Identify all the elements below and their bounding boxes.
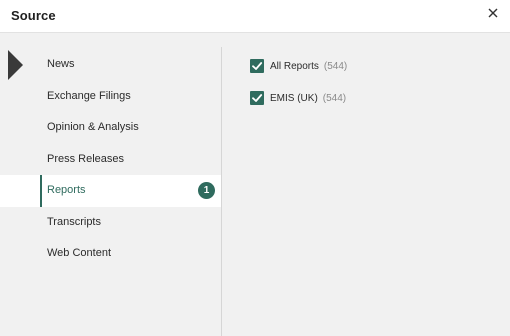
source-item-transcripts[interactable]: Transcripts <box>0 207 221 239</box>
source-type-list: News Exchange Filings Opinion & Analysis… <box>0 49 228 270</box>
filter-emis-uk[interactable]: EMIS (UK) (544) <box>250 90 347 106</box>
selection-count-badge: 1 <box>198 182 215 199</box>
dialog-title: Source <box>11 8 56 23</box>
source-item-label: News <box>47 58 75 70</box>
filter-label: EMIS (UK) <box>270 92 318 104</box>
source-item-exchange-filings[interactable]: Exchange Filings <box>0 81 221 113</box>
filter-all-reports[interactable]: All Reports (544) <box>250 58 347 74</box>
source-item-news[interactable]: News <box>0 49 221 81</box>
filter-list: All Reports (544) EMIS (UK) (544) <box>250 58 347 122</box>
source-item-label: Transcripts <box>47 215 101 228</box>
filter-count: (544) <box>323 60 348 72</box>
source-type-panel: News Exchange Filings Opinion & Analysis… <box>0 33 228 336</box>
source-item-press-releases[interactable]: Press Releases <box>0 144 221 176</box>
filter-count: (544) <box>322 92 347 104</box>
source-item-opinion-analysis[interactable]: Opinion & Analysis <box>0 112 221 144</box>
source-item-label: Press Releases <box>47 152 125 165</box>
dialog-body: News Exchange Filings Opinion & Analysis… <box>0 33 510 336</box>
source-dialog: Source News Exchange Filings Opinion & A… <box>0 0 510 336</box>
source-item-label: Web Content <box>47 247 112 259</box>
checkbox-checked-icon[interactable] <box>250 59 264 73</box>
checkbox-checked-icon[interactable] <box>250 91 264 105</box>
source-item-label: Reports <box>47 184 86 196</box>
filter-label: All Reports <box>270 60 319 72</box>
source-filter-panel: All Reports (544) EMIS (UK) (544) <box>222 33 510 336</box>
source-item-label: Exchange Filings <box>47 89 131 102</box>
source-item-reports[interactable]: Reports 1 <box>0 175 228 207</box>
source-item-web-content[interactable]: Web Content <box>0 238 221 270</box>
close-icon[interactable] <box>485 5 501 21</box>
source-item-label: Opinion & Analysis <box>47 121 139 133</box>
dialog-header: Source <box>0 0 510 33</box>
